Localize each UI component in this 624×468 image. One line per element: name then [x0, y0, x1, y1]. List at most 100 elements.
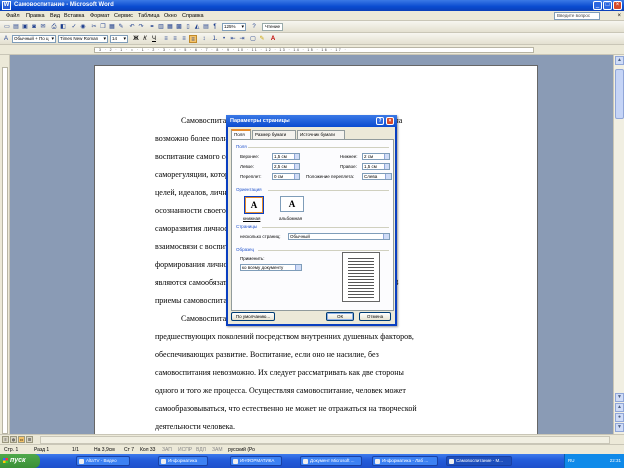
- menu-table[interactable]: Таблица: [138, 13, 160, 19]
- task-samovospitanie[interactable]: Самовоспитание - М...: [446, 456, 512, 466]
- menu-window[interactable]: Окно: [164, 13, 177, 19]
- language-indicator[interactable]: RU: [568, 458, 575, 463]
- horizontal-scrollbar[interactable]: [40, 436, 610, 444]
- tab-paper-size[interactable]: Размер бумаги: [252, 130, 296, 139]
- underline-button[interactable]: Ч: [150, 35, 158, 43]
- close-button[interactable]: ×: [613, 1, 622, 10]
- outline-view-icon[interactable]: ☰: [26, 436, 33, 443]
- status-mode-rec[interactable]: ЗАП: [162, 447, 172, 453]
- previous-page-icon[interactable]: ▲: [615, 403, 624, 412]
- maximize-button[interactable]: □: [603, 1, 612, 10]
- menu-edit[interactable]: Правка: [26, 13, 45, 19]
- document-close-icon[interactable]: ×: [617, 13, 621, 19]
- ok-button[interactable]: ОК: [326, 312, 354, 321]
- highlight-icon[interactable]: ✎: [258, 35, 266, 43]
- normal-view-icon[interactable]: ≡: [2, 436, 9, 443]
- insert-table-icon[interactable]: ▦: [166, 23, 174, 31]
- numbering-icon[interactable]: ⒈: [211, 35, 219, 43]
- vertical-scrollbar[interactable]: ▲ ▼ ▲ ● ▼: [613, 55, 624, 434]
- status-mode-track[interactable]: ИСПР: [178, 447, 192, 453]
- multiple-pages-select[interactable]: Обычный: [288, 233, 390, 240]
- decrease-indent-icon[interactable]: ⇤: [229, 35, 237, 43]
- align-center-icon[interactable]: ≡: [171, 35, 179, 43]
- reading-mode-button[interactable]: Чтение: [262, 23, 284, 31]
- document-map-icon[interactable]: ▤: [202, 23, 210, 31]
- horizontal-ruler[interactable]: · 3 · 2 · 1 · ⌂ · 1 · 2 · 3 · 4 · 5 · 6 …: [0, 45, 624, 55]
- scroll-up-icon[interactable]: ▲: [615, 56, 624, 65]
- web-view-icon[interactable]: ◍: [10, 436, 17, 443]
- align-right-icon[interactable]: ≡: [180, 35, 188, 43]
- status-mode-ext[interactable]: ВДЛ: [196, 447, 206, 453]
- scroll-down-icon[interactable]: ▼: [615, 393, 624, 402]
- line-spacing-icon[interactable]: ↕: [200, 35, 208, 43]
- landscape-option[interactable]: A: [280, 196, 304, 212]
- menu-view[interactable]: Вид: [50, 13, 60, 19]
- portrait-option[interactable]: A: [244, 196, 264, 214]
- task-informatika-lab[interactable]: Информатика - Лаб ...: [372, 456, 438, 466]
- hyperlink-icon[interactable]: ⚭: [148, 23, 156, 31]
- borders-icon[interactable]: ▢: [249, 35, 257, 43]
- paste-icon[interactable]: ▦: [108, 23, 116, 31]
- print-layout-icon[interactable]: ▭: [18, 436, 25, 443]
- right-margin-input[interactable]: 1,5 см: [362, 163, 390, 170]
- help-icon[interactable]: ?: [250, 23, 258, 31]
- dialog-help-button[interactable]: ?: [376, 117, 384, 125]
- top-margin-input[interactable]: 1,5 см: [272, 153, 300, 160]
- task-informatika-folder[interactable]: ИНФОРМАТИКА: [230, 456, 282, 466]
- gutter-position-select[interactable]: Слева: [362, 173, 392, 180]
- drawing-icon[interactable]: ◭: [193, 23, 201, 31]
- tab-margins[interactable]: Поля: [231, 129, 251, 139]
- undo-icon[interactable]: ↶: [128, 23, 136, 31]
- minimize-button[interactable]: _: [593, 1, 602, 10]
- copy-icon[interactable]: ❐: [99, 23, 107, 31]
- bold-button[interactable]: Ж: [132, 35, 140, 43]
- save-icon[interactable]: ▣: [21, 23, 29, 31]
- next-page-icon[interactable]: ▼: [615, 423, 624, 432]
- apply-to-select[interactable]: ко всему документу: [240, 264, 302, 271]
- columns-icon[interactable]: ▯: [184, 23, 192, 31]
- task-informatika[interactable]: Информатика: [158, 456, 208, 466]
- menu-tools[interactable]: Сервис: [114, 13, 133, 19]
- format-painter-icon[interactable]: ✎: [117, 23, 125, 31]
- menu-insert[interactable]: Вставка: [64, 13, 84, 19]
- default-button[interactable]: По умолчанию...: [231, 312, 275, 321]
- cancel-button[interactable]: Отмена: [359, 312, 391, 321]
- tables-borders-icon[interactable]: ▥: [157, 23, 165, 31]
- left-margin-input[interactable]: 2,5 см: [272, 163, 300, 170]
- bullets-icon[interactable]: •: [220, 35, 228, 43]
- print-icon[interactable]: ⎙: [50, 23, 58, 31]
- start-button[interactable]: пуск: [0, 454, 40, 468]
- redo-icon[interactable]: ↷: [137, 23, 145, 31]
- style-select[interactable]: Обычный + По ц: [12, 35, 56, 43]
- permission-icon[interactable]: ◙: [30, 23, 38, 31]
- zoom-select[interactable]: 125%: [222, 23, 246, 31]
- font-color-icon[interactable]: A: [269, 35, 277, 43]
- align-left-icon[interactable]: ≡: [162, 35, 170, 43]
- spelling-icon[interactable]: ✓: [70, 23, 78, 31]
- justify-icon[interactable]: ≡: [189, 35, 197, 43]
- new-document-icon[interactable]: ▭: [3, 23, 11, 31]
- styles-pane-icon[interactable]: A: [2, 35, 10, 43]
- task-document[interactable]: Документ Microsoft ...: [300, 456, 362, 466]
- show-hide-icon[interactable]: ¶: [211, 23, 219, 31]
- print-preview-icon[interactable]: ◧: [59, 23, 67, 31]
- italic-button[interactable]: К: [141, 35, 149, 43]
- research-icon[interactable]: ◉: [79, 23, 87, 31]
- help-search-input[interactable]: Введите вопрос: [554, 12, 600, 20]
- menu-format[interactable]: Формат: [90, 13, 110, 19]
- dialog-close-button[interactable]: ×: [386, 117, 394, 125]
- insert-excel-icon[interactable]: ▩: [175, 23, 183, 31]
- task-altatv[interactable]: AltaTV - Видео: [76, 456, 130, 466]
- tab-paper-source[interactable]: Источник бумаги: [297, 130, 345, 139]
- menu-file[interactable]: Файл: [6, 13, 20, 19]
- status-mode-ovr[interactable]: ЗАМ: [212, 447, 223, 453]
- cut-icon[interactable]: ✂: [90, 23, 98, 31]
- email-icon[interactable]: ✉: [39, 23, 47, 31]
- gutter-input[interactable]: 0 см: [272, 173, 300, 180]
- font-select[interactable]: Times New Roman: [58, 35, 108, 43]
- bottom-margin-input[interactable]: 2 см: [362, 153, 390, 160]
- font-size-select[interactable]: 14: [110, 35, 128, 43]
- vertical-ruler[interactable]: [0, 55, 10, 434]
- scroll-thumb[interactable]: [615, 69, 624, 119]
- open-icon[interactable]: ▤: [12, 23, 20, 31]
